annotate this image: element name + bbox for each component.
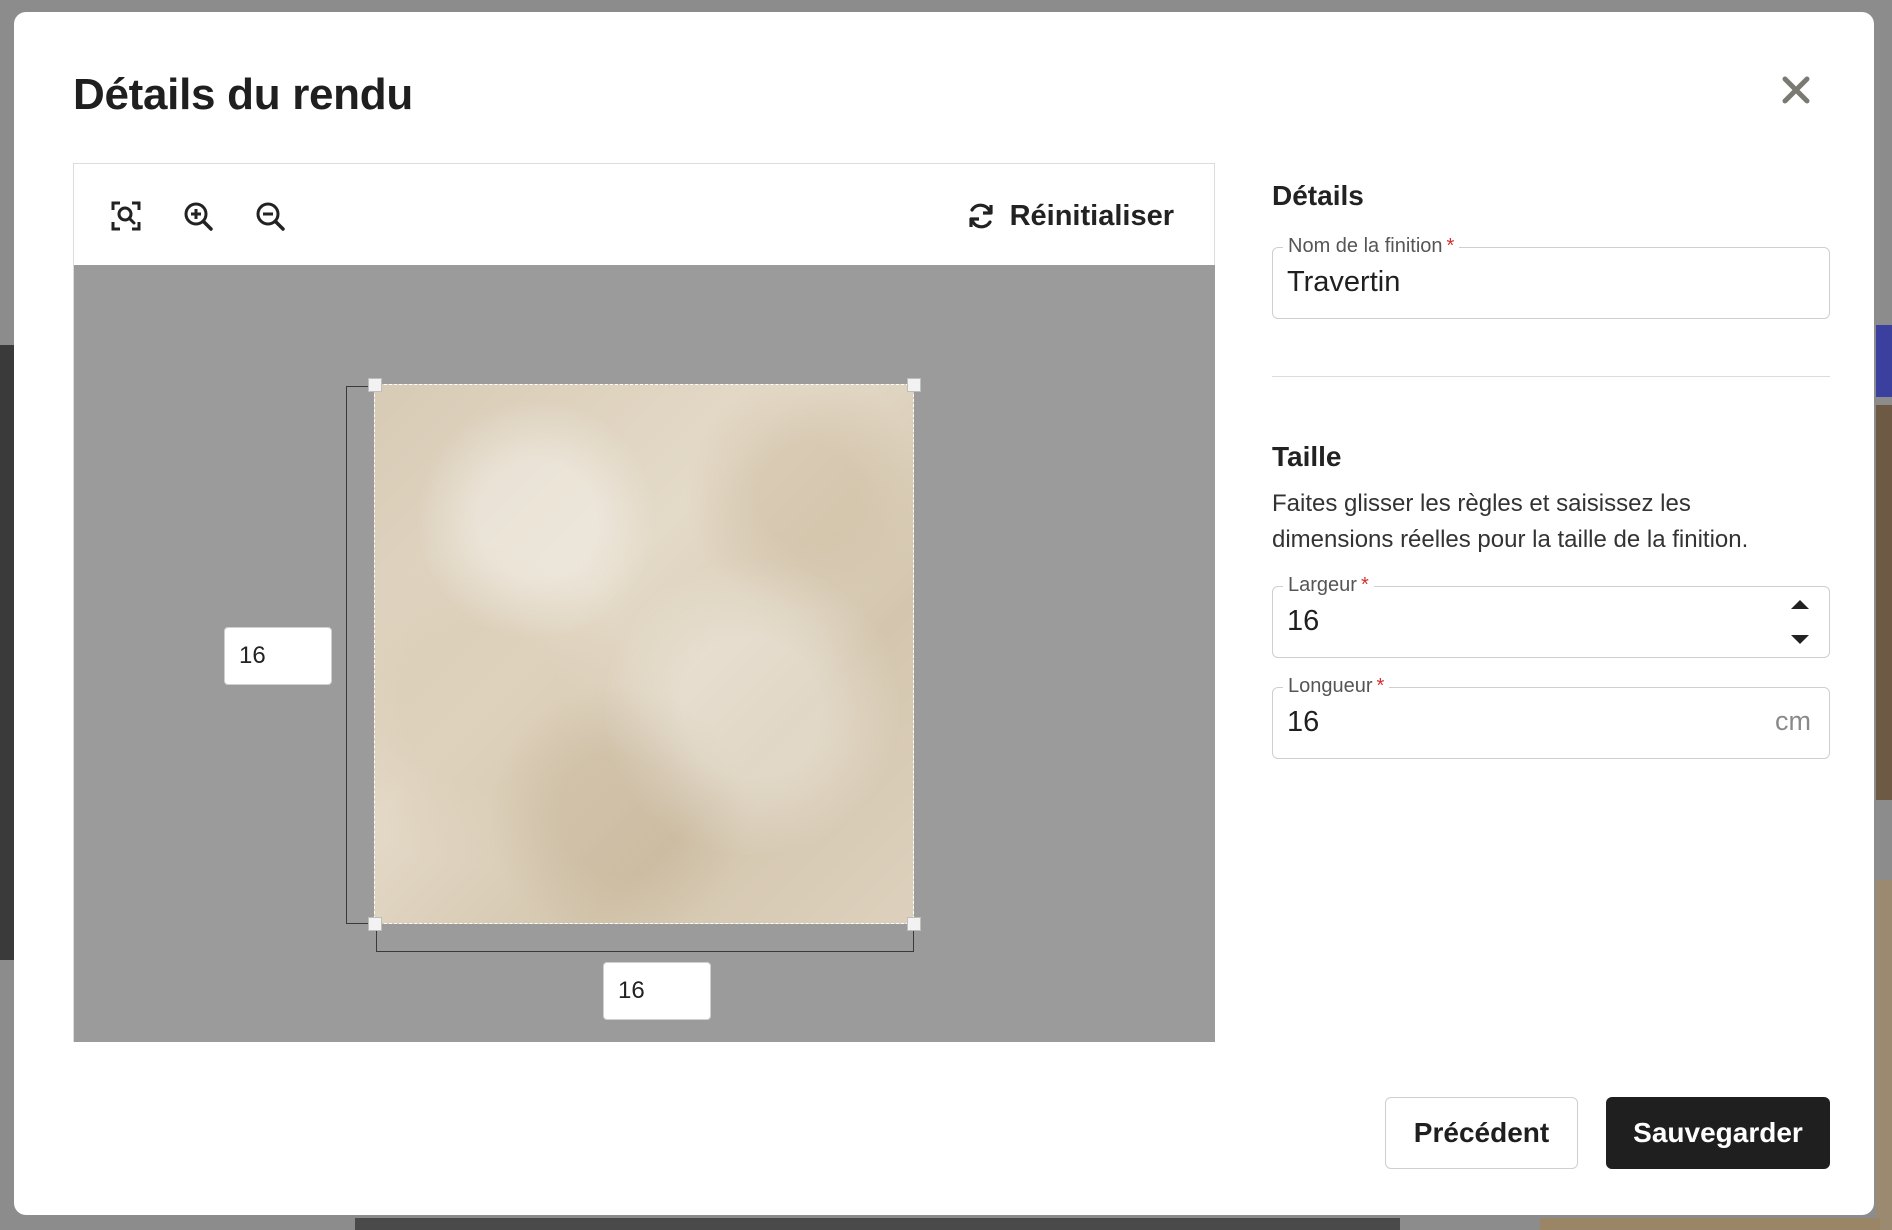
fit-to-view-icon <box>111 201 141 231</box>
finish-name-value: Travertin <box>1287 266 1401 298</box>
background-panel-bottom <box>355 1218 1400 1230</box>
section-divider <box>1272 376 1830 377</box>
crop-handle-top-right[interactable] <box>907 378 921 392</box>
vertical-dimension-input[interactable]: 16 <box>224 627 332 685</box>
texture-preview[interactable] <box>374 384 914 924</box>
editor-toolbar: Réinitialiser <box>74 164 1214 265</box>
length-field[interactable]: Longueur * 16 cm <box>1272 674 1830 759</box>
fit-to-view-button[interactable] <box>106 196 146 236</box>
horizontal-ruler[interactable] <box>376 924 914 952</box>
length-label: Longueur * <box>1283 674 1390 698</box>
zoom-out-icon <box>256 202 285 231</box>
save-button[interactable]: Sauvegarder <box>1606 1097 1830 1169</box>
background-image-left <box>0 345 14 960</box>
width-stepper[interactable] <box>1785 597 1815 647</box>
required-mark: * <box>1360 574 1369 596</box>
required-mark: * <box>1446 235 1455 257</box>
size-help-text: Faites glisser les règles et saisissez l… <box>1272 490 1749 553</box>
chevron-down-icon[interactable] <box>1789 633 1811 647</box>
vertical-ruler[interactable] <box>346 386 374 924</box>
crop-handle-bottom-right[interactable] <box>907 917 921 931</box>
details-section-title: Détails <box>1272 180 1364 211</box>
close-button[interactable] <box>1776 70 1816 110</box>
modal-title: Détails du rendu <box>73 70 413 119</box>
width-field[interactable]: Largeur * 16 <box>1272 573 1830 658</box>
length-unit: cm <box>1775 706 1811 736</box>
background-image-right <box>1876 405 1892 800</box>
texture-editor: Réinitialiser 16 16 <box>73 163 1215 1042</box>
background-image-right-lower <box>1876 880 1892 1230</box>
crop-handle-top-left[interactable] <box>368 378 382 392</box>
reset-label: Réinitialiser <box>1009 199 1174 232</box>
size-section-title: Taille <box>1272 441 1342 472</box>
background-button-right <box>1876 325 1892 397</box>
zoom-out-button[interactable] <box>250 196 290 236</box>
length-value: 16 <box>1287 706 1320 738</box>
finish-name-field[interactable]: Nom de la finition * Travertin <box>1272 234 1830 319</box>
zoom-in-button[interactable] <box>178 196 218 236</box>
width-label: Largeur * <box>1283 573 1374 597</box>
finish-name-label: Nom de la finition * <box>1283 234 1460 258</box>
width-value: 16 <box>1287 605 1320 637</box>
background-image-bottom-right <box>1540 1218 1880 1230</box>
close-icon <box>1782 76 1810 104</box>
zoom-in-icon <box>184 202 213 231</box>
chevron-up-icon[interactable] <box>1789 597 1811 611</box>
previous-button[interactable]: Précédent <box>1385 1097 1578 1169</box>
render-details-modal: Détails du rendu Réinitialiser 16 16 Dét… <box>14 12 1874 1215</box>
horizontal-dimension-input[interactable]: 16 <box>603 962 711 1020</box>
crop-handle-bottom-left[interactable] <box>368 917 382 931</box>
reset-button[interactable]: Réinitialiser <box>966 194 1174 238</box>
required-mark: * <box>1376 675 1385 697</box>
refresh-icon <box>968 203 993 229</box>
editor-canvas[interactable]: 16 16 <box>74 265 1215 1042</box>
